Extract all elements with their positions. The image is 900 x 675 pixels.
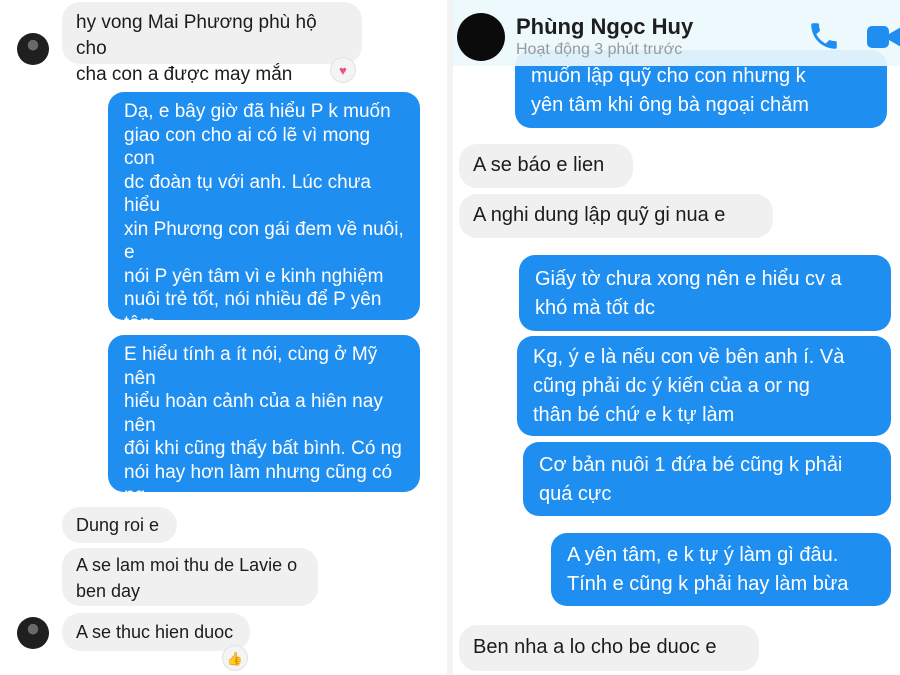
heart-reaction-icon[interactable]: ♥ [331, 58, 355, 82]
right-conversation-panel: Phùng Ngọc Huy Hoạt động 3 phút trước mu… [453, 0, 900, 675]
contact-name[interactable]: Phùng Ngọc Huy [516, 14, 693, 40]
message-text: A nghi dung lập quỹ gi nua e [473, 204, 726, 226]
phone-call-icon[interactable] [807, 19, 841, 53]
like-reaction-icon[interactable]: 👍 [223, 646, 247, 670]
incoming-message[interactable]: A se lam moi thu de Lavie o ben day [62, 548, 318, 606]
message-text: Cơ bản nuôi 1 đứa bé cũng k phải quá cực [539, 454, 843, 505]
outgoing-message[interactable]: A yên tâm, e k tự ý làm gì đâu. Tính e c… [551, 533, 891, 606]
contact-avatar[interactable] [457, 13, 505, 61]
message-text: A se báo e lien [473, 154, 605, 176]
left-conversation-panel: hy vong Mai Phương phù hộ cho cha con a … [0, 0, 447, 675]
message-text: A se thuc hien duoc [76, 622, 234, 642]
outgoing-message[interactable]: Kg, ý e là nếu con về bên anh í. Và cũng… [517, 336, 891, 436]
message-text: muốn lập quỹ cho con nhưng k yên tâm khi… [531, 65, 809, 116]
video-call-icon[interactable] [867, 24, 900, 50]
message-text: Dung roi e [76, 515, 160, 535]
message-text: A se lam moi thu de Lavie o ben day [76, 555, 298, 601]
message-text: Kg, ý e là nếu con về bên anh í. Và cũng… [533, 346, 845, 426]
sender-avatar[interactable] [17, 33, 49, 65]
message-text: hy vong Mai Phương phù hộ cho cha con a … [76, 12, 317, 85]
incoming-message[interactable]: A nghi dung lập quỹ gi nua e [459, 194, 773, 238]
message-text: Giấy tờ chưa xong nên e hiểu cv a khó mà… [535, 268, 842, 319]
message-text: E hiểu tính a ít nói, cùng ở Mỹ nên hiểu… [124, 344, 402, 577]
incoming-message[interactable]: Ben nha a lo cho be duoc e [459, 625, 759, 671]
sender-avatar[interactable] [17, 617, 49, 649]
outgoing-message[interactable]: Dạ, e bây giờ đã hiểu P k muốn giao con … [108, 92, 420, 451]
outgoing-message[interactable]: Cơ bản nuôi 1 đứa bé cũng k phải quá cực [523, 442, 891, 516]
incoming-message[interactable]: Dung roi e [62, 507, 177, 543]
message-text: A yên tâm, e k tự ý làm gì đâu. Tính e c… [567, 544, 849, 595]
outgoing-message[interactable]: E hiểu tính a ít nói, cùng ở Mỹ nên hiểu… [108, 335, 420, 577]
message-text: Ben nha a lo cho be duoc e [473, 636, 717, 658]
incoming-message[interactable]: hy vong Mai Phương phù hộ cho cha con a … [62, 2, 362, 85]
chat-header: Phùng Ngọc Huy Hoạt động 3 phút trước [453, 0, 900, 66]
outgoing-message[interactable]: Giấy tờ chưa xong nên e hiểu cv a khó mà… [519, 255, 891, 331]
active-status: Hoạt động 3 phút trước [516, 41, 683, 58]
incoming-message[interactable]: A se thuc hien duoc [62, 613, 250, 651]
incoming-message[interactable]: A se báo e lien [459, 144, 633, 188]
